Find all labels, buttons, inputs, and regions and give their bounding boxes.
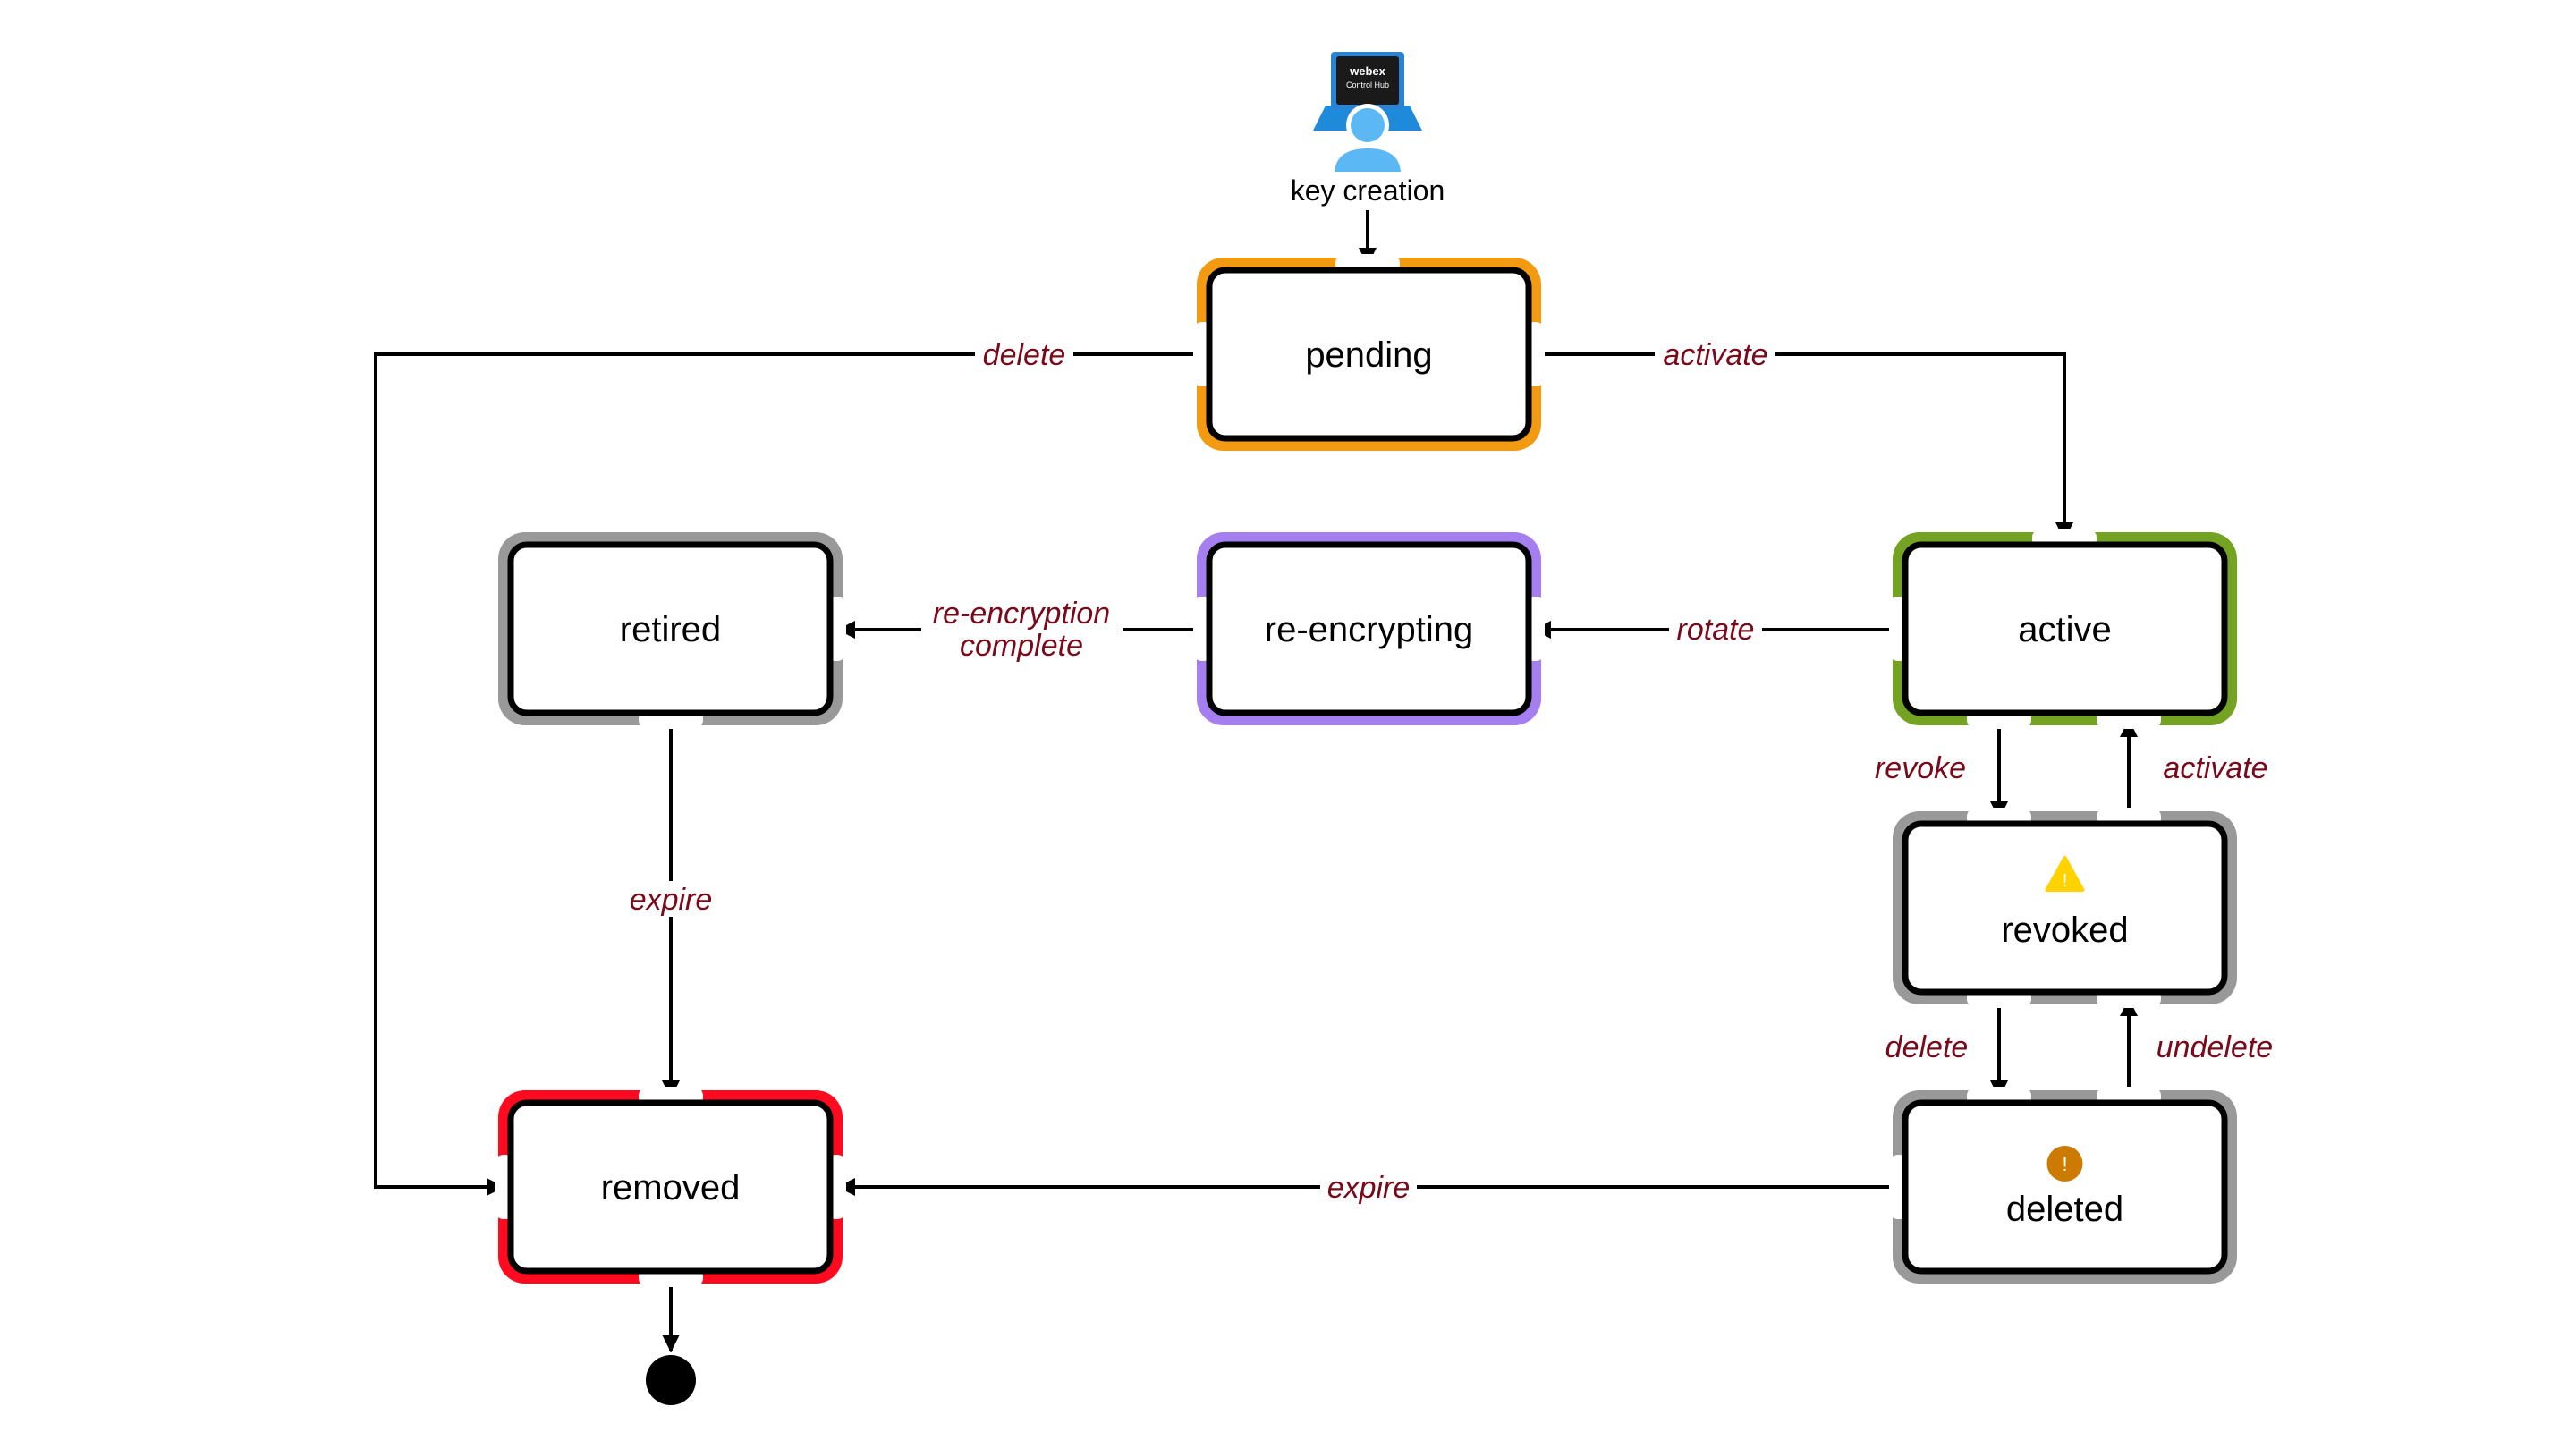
state-removed: removed [495,1087,846,1287]
state-deleted: ! deleted [1889,1087,2237,1284]
state-label: active [2018,610,2112,649]
label-pending-delete: delete [983,338,1066,372]
label-undelete: undelete [2157,1030,2273,1064]
label-reencryption-line2: complete [960,629,1083,663]
label-rotate: rotate [1677,613,1755,647]
state-label: retired [620,610,721,649]
svg-text:webex: webex [1349,64,1386,78]
state-label: re-encrypting [1265,610,1473,649]
state-revoked: ! revoked [1893,808,2237,1008]
state-re-encrypting: re-encrypting [1193,532,1545,725]
states: pending retired re-encrypting active! revoke… [495,254,2237,1287]
state-retired: retired [498,532,846,729]
svg-text:!: ! [2062,1153,2067,1175]
key-lifecycle-diagram: delete activate rotate re-encryption com… [374,52,2273,1405]
svg-text:Control Hub: Control Hub [1346,80,1389,89]
state-label: revoked [2001,911,2128,950]
state-label: deleted [2006,1190,2123,1229]
label-retired-expire: expire [630,883,713,917]
state-label: removed [601,1168,741,1208]
label-revoke: revoke [1875,751,1966,785]
label-pending-activate: activate [1663,338,1767,372]
edge-labels: delete activate rotate re-encryption com… [623,336,2273,1205]
label-revoked-delete: delete [1885,1030,1969,1064]
label-revoked-activate: activate [2163,751,2267,785]
state-label: pending [1305,335,1432,375]
state-active: active [1889,529,2237,729]
label-reencryption-line1: re-encryption [933,597,1110,631]
start-label: key creation [1291,174,1445,207]
state-pending: pending [1193,254,1545,451]
edge-pending-activate [1531,352,2073,540]
end-state [646,1355,696,1405]
webex-control-hub-admin-icon: webex Control Hub [1313,52,1422,172]
svg-text:!: ! [2063,871,2068,891]
label-deleted-expire: expire [1327,1171,1411,1205]
edge-pending-delete [374,352,1208,1196]
